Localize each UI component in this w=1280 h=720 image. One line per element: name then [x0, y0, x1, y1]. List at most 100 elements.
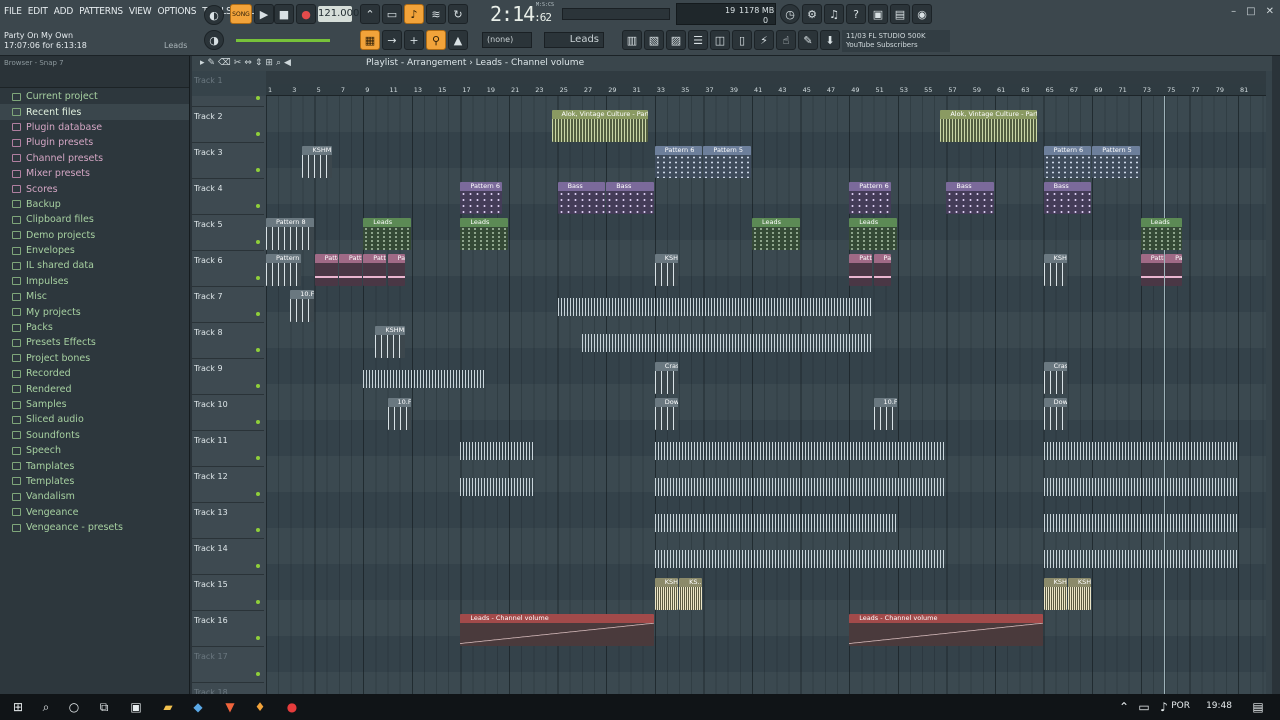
save-icon[interactable]: ▣: [868, 4, 888, 24]
track-mute-led-icon[interactable]: [256, 276, 260, 280]
microphone-icon[interactable]: ♫: [824, 4, 844, 24]
track-header[interactable]: Track 13: [192, 504, 264, 539]
browser-app-icon[interactable]: ▼: [222, 699, 238, 715]
plugin-icon[interactable]: ▤: [890, 4, 910, 24]
playlist-clip[interactable]: Pattern 5: [1092, 146, 1140, 178]
browser-item[interactable]: Recorded: [0, 366, 189, 381]
plug-icon[interactable]: ⚡: [754, 30, 774, 50]
link-icon[interactable]: ⚲: [426, 30, 446, 50]
track-header[interactable]: Track 2: [192, 108, 264, 143]
browser-icon[interactable]: ◫: [710, 30, 730, 50]
track-mute-led-icon[interactable]: [256, 600, 260, 604]
playlist-ruler[interactable]: 1 3 5 7 9 11 13 15 17 19 21 23 25 27 29 31 33 35 37 39 41 43 4…: [266, 84, 1266, 96]
browser-item[interactable]: Samples: [0, 397, 189, 412]
browser-item[interactable]: Impulses: [0, 274, 189, 289]
playlist-tools-icon[interactable]: ▸✎⌫✂⇔⇕⊞⌕◀: [200, 58, 294, 68]
cortana-icon[interactable]: ○: [66, 699, 82, 715]
track-header[interactable]: Track 15: [192, 576, 264, 611]
tray-chevron-icon[interactable]: ⌃: [1116, 699, 1132, 715]
browser-item[interactable]: IL shared data: [0, 258, 189, 273]
playlist-clip[interactable]: Pat...n 4: [1165, 254, 1183, 286]
file-explorer-icon[interactable]: ▰: [160, 699, 176, 715]
playlist-clip[interactable]: Pattern 6: [654, 146, 703, 178]
playlist-clip[interactable]: Leads - Channel volume: [460, 614, 654, 646]
pattern-select[interactable]: (none): [482, 32, 532, 48]
playlist-clip[interactable]: Dow...r 2: [1043, 398, 1067, 430]
volume-icon[interactable]: ♪: [1156, 699, 1172, 715]
track-header[interactable]: Track 10: [192, 396, 264, 431]
track-header[interactable]: Track 6: [192, 252, 264, 287]
notifications-icon[interactable]: ▤: [1250, 699, 1266, 715]
track-mute-led-icon[interactable]: [256, 204, 260, 208]
browser-item[interactable]: Soundfonts: [0, 428, 189, 443]
windows-start-icon[interactable]: ⊞: [10, 699, 26, 715]
mixer-icon[interactable]: ⚙: [802, 4, 822, 24]
playlist-clip[interactable]: KSHM...h 03: [654, 254, 679, 286]
playlist-clip[interactable]: Dow...r 2: [654, 398, 679, 430]
track-header[interactable]: Track 11: [192, 432, 264, 467]
playlist-clip[interactable]: Pattern 4: [849, 254, 873, 286]
browser-item[interactable]: Recent files: [0, 104, 189, 120]
playlist-clip[interactable]: Pattern 9: [266, 254, 302, 286]
browser-item[interactable]: Vengeance: [0, 505, 189, 520]
track-header[interactable]: Track 1: [192, 72, 264, 107]
browser-item[interactable]: Presets Effects: [0, 335, 189, 350]
playlist-clip[interactable]: Pattern 6: [849, 182, 891, 214]
fl-studio-taskbar-icon[interactable]: ♦: [252, 699, 268, 715]
language-indicator[interactable]: POR: [1171, 701, 1190, 711]
countdown-icon[interactable]: ♪: [404, 4, 424, 24]
playlist-clip[interactable]: Leads - Channel volume: [849, 614, 1043, 646]
playlist-clip[interactable]: Leads: [363, 218, 411, 250]
playlist-clip[interactable]: KSH...ise: [1067, 578, 1092, 610]
track-mute-led-icon[interactable]: [256, 312, 260, 316]
song-mode-button[interactable]: SONG: [230, 4, 252, 24]
maximize-icon[interactable]: □: [1246, 6, 1255, 17]
browser-item[interactable]: My projects: [0, 304, 189, 319]
chat-icon[interactable]: ◉: [912, 4, 932, 24]
playlist-clip[interactable]: KSHMR L...eep 03: [375, 326, 405, 358]
browser-item[interactable]: Plugin presets: [0, 135, 189, 150]
main-volume-slider[interactable]: [236, 39, 330, 42]
browser-item[interactable]: Rendered: [0, 381, 189, 396]
record-icon[interactable]: ●: [296, 4, 316, 24]
playlist-clip[interactable]: 10.F...weep: [387, 398, 411, 430]
playlist-clip[interactable]: KSH...ise: [1043, 578, 1067, 610]
playlist-clip[interactable]: KSHM...h 03: [1043, 254, 1067, 286]
track-header[interactable]: Track 3: [192, 144, 264, 179]
browser-item[interactable]: Backup: [0, 197, 189, 212]
track-header[interactable]: Track 9: [192, 360, 264, 395]
menu-item[interactable]: PATTERNS: [79, 6, 123, 17]
stamp-icon[interactable]: ▲: [448, 30, 468, 50]
playlist-clip[interactable]: 10.F...weep: [873, 398, 897, 430]
playlist-clip[interactable]: Bass: [557, 182, 606, 214]
browser-item[interactable]: Demo projects: [0, 228, 189, 243]
add-icon[interactable]: +: [404, 30, 424, 50]
browser-item[interactable]: Project bones: [0, 351, 189, 366]
track-mute-led-icon[interactable]: [256, 672, 260, 676]
browser-item[interactable]: Clipboard files: [0, 212, 189, 227]
pitch-knob-icon[interactable]: ◑: [204, 30, 224, 50]
track-header[interactable]: Track 12: [192, 468, 264, 503]
loop-record-icon[interactable]: ↻: [448, 4, 468, 24]
stop-icon[interactable]: ■: [274, 4, 294, 24]
close-icon[interactable]: ✕: [1266, 6, 1274, 17]
recorder-icon[interactable]: ●: [284, 699, 300, 715]
browser-item[interactable]: Packs: [0, 320, 189, 335]
track-mute-led-icon[interactable]: [256, 420, 260, 424]
browser-item[interactable]: Templates: [0, 474, 189, 489]
playlist-clip[interactable]: Pattern 8: [266, 218, 314, 250]
playlist-clip[interactable]: KSH...ise: [654, 578, 679, 610]
download-icon[interactable]: ⬇: [820, 30, 840, 50]
touch-icon[interactable]: ☝: [776, 30, 796, 50]
store-icon[interactable]: ▣: [128, 699, 144, 715]
track-header[interactable]: Track 16: [192, 612, 264, 647]
playlist-clip[interactable]: Bass: [1043, 182, 1092, 214]
playlist-clip[interactable]: Leads: [1140, 218, 1183, 250]
track-mute-led-icon[interactable]: [256, 240, 260, 244]
search-icon[interactable]: ⌕: [38, 699, 54, 715]
master-volume-knob-icon[interactable]: ◐: [204, 5, 224, 25]
track-mute-led-icon[interactable]: [256, 636, 260, 640]
playlist-clip[interactable]: KS...ise: [679, 578, 703, 610]
snap-icon[interactable]: ▦: [360, 30, 380, 50]
wait-icon[interactable]: ▭: [382, 4, 402, 24]
